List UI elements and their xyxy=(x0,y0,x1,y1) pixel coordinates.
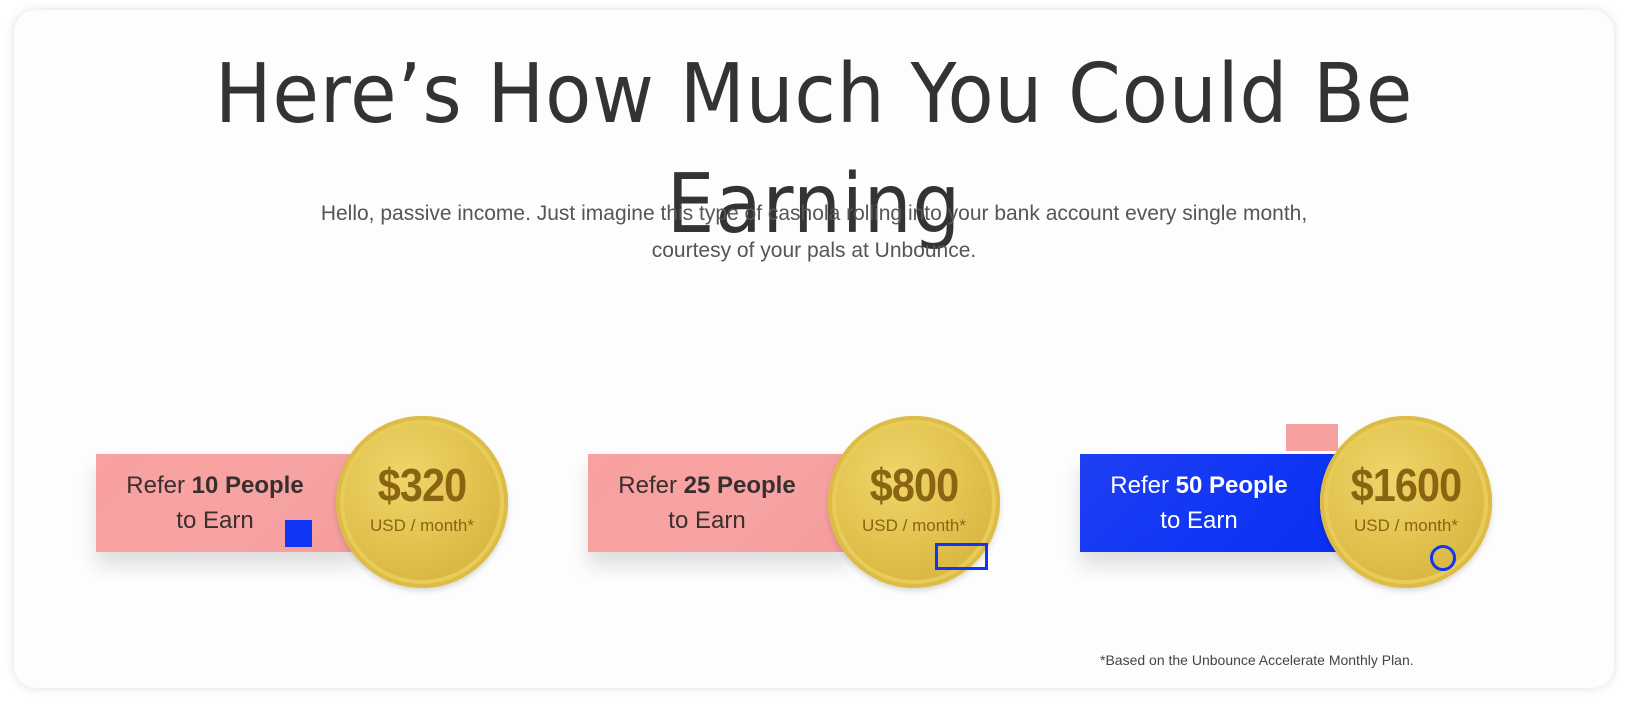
tier-banner-text: Refer 25 People to Earn xyxy=(602,468,812,538)
refer-prefix: Refer xyxy=(1110,472,1176,499)
tier-25-people: Refer 25 People to Earn $800 USD / month… xyxy=(588,410,1008,600)
subtitle: Hello, passive income. Just imagine this… xyxy=(214,195,1414,269)
to-earn-label: to Earn xyxy=(668,507,746,534)
earning-unit: USD / month* xyxy=(370,516,474,535)
subtitle-line-1: Hello, passive income. Just imagine this… xyxy=(320,202,1308,225)
gold-coin: $320 USD / month* xyxy=(336,416,508,588)
tier-banner: Refer 10 People to Earn xyxy=(96,454,360,552)
refer-prefix: Refer xyxy=(618,472,684,499)
earning-amount: $1600 xyxy=(1350,459,1463,511)
tier-50-people: Refer 50 People to Earn $1600 USD / mont… xyxy=(1080,410,1500,600)
refer-count: 10 People xyxy=(191,472,304,499)
decorative-blue-circle xyxy=(1430,545,1456,571)
earning-amount: $320 xyxy=(377,459,467,511)
subtitle-line-2: courtesy of your pals at Unbounce. xyxy=(651,239,977,262)
tier-10-people: Refer 10 People to Earn $320 USD / month… xyxy=(96,410,516,600)
earning-amount: $800 xyxy=(869,459,959,511)
earning-unit: USD / month* xyxy=(1354,516,1458,535)
earning-unit: USD / month* xyxy=(862,516,966,535)
refer-prefix: Refer xyxy=(126,472,192,499)
tier-banner: Refer 50 People to Earn xyxy=(1080,454,1344,552)
to-earn-label: to Earn xyxy=(176,507,254,534)
decorative-blue-outline-rect xyxy=(935,543,988,570)
tier-banner: Refer 25 People to Earn xyxy=(588,454,852,552)
gold-coin: $1600 USD / month* xyxy=(1320,416,1492,588)
decorative-blue-square xyxy=(285,520,312,547)
to-earn-label: to Earn xyxy=(1160,507,1238,534)
decorative-pink-rect xyxy=(1286,424,1338,451)
refer-count: 50 People xyxy=(1175,472,1288,499)
refer-count: 25 People xyxy=(683,472,796,499)
footnote: *Based on the Unbounce Accelerate Monthl… xyxy=(1100,652,1414,668)
tier-banner-text: Refer 50 People to Earn xyxy=(1094,468,1304,538)
